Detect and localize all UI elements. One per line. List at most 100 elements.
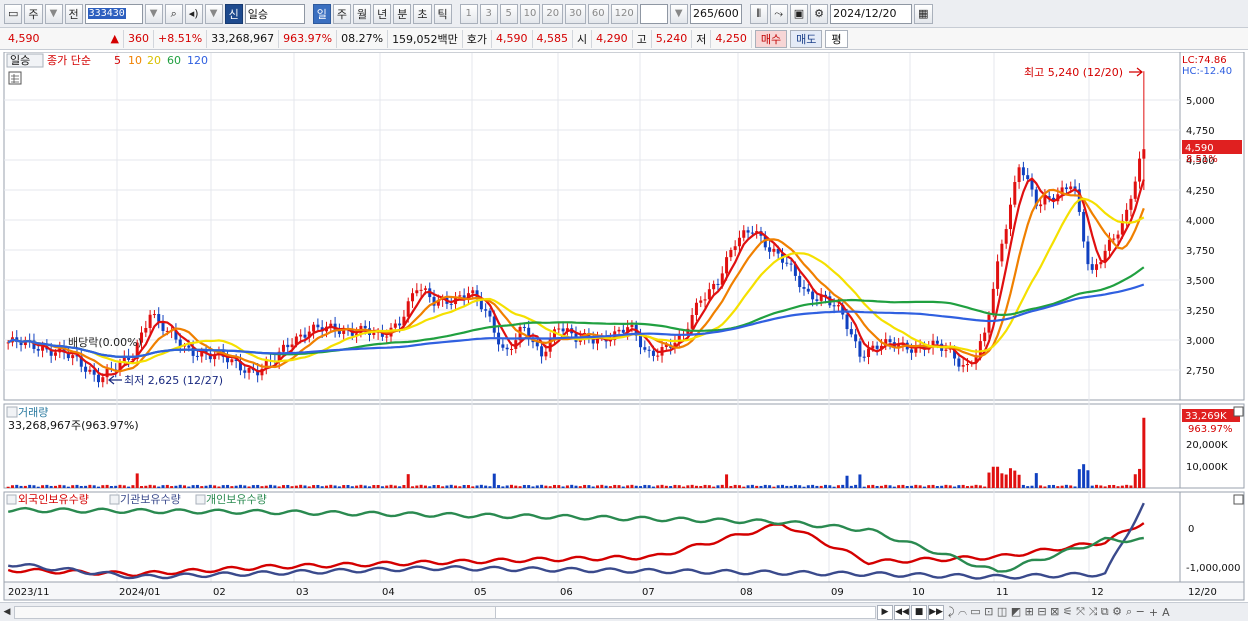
volume-bar — [449, 484, 453, 488]
holdings-panel-toggle[interactable] — [6, 494, 17, 505]
holdings-legend-foreign[interactable]: 외국인보유수량 — [18, 493, 89, 506]
volume-panel-close-icon[interactable] — [1233, 406, 1244, 417]
scroll-thumb[interactable] — [495, 606, 875, 618]
period-tab-day[interactable]: 일 — [312, 3, 331, 24]
drawing-tools-icon[interactable]: ⤸ ⌒ ▭ ⊡ ◫ ◩ ⊞ ⊟ ⊠ ⚟ ⤧ ⤨ ⧉ ⚙ — [948, 605, 1122, 619]
market-select[interactable]: 주 — [24, 3, 43, 24]
scroll-left-arrow-icon[interactable]: ◀ — [0, 605, 14, 620]
buy-button[interactable]: 매수 — [754, 29, 788, 48]
volume-bar — [892, 486, 896, 488]
search-icon[interactable]: ⌕ — [164, 3, 183, 24]
date-input[interactable]: 2024/12/20 — [830, 3, 913, 24]
candle-type-icon[interactable]: ⫴ — [749, 3, 768, 24]
interval-button-60[interactable]: 60 — [587, 3, 609, 24]
interval-dropdown-icon[interactable]: ▼ — [669, 3, 688, 24]
prev-button[interactable]: 전 — [64, 3, 83, 24]
price-tick-label: 4,000 — [1186, 216, 1215, 227]
code-dropdown-icon[interactable]: ▼ — [144, 3, 163, 24]
candle-body — [522, 326, 526, 328]
period-tab-second[interactable]: 초 — [413, 3, 432, 24]
volume-bar — [122, 485, 126, 488]
volume-bar — [694, 485, 698, 488]
holdings-panel-close-icon[interactable] — [1233, 494, 1244, 505]
sell-button[interactable]: 매도 — [790, 29, 823, 48]
interval-button-3[interactable]: 3 — [479, 3, 498, 24]
stock-name-field[interactable]: 일승 — [244, 3, 305, 24]
interval-custom-input[interactable] — [639, 3, 668, 24]
x-axis-right-label: 12/20 — [1188, 587, 1217, 598]
candle-body — [965, 363, 969, 366]
volume-bar — [41, 485, 45, 488]
candle-body — [785, 262, 789, 264]
save-icon[interactable]: ▣ — [789, 3, 809, 24]
market-dropdown-icon[interactable]: ▼ — [44, 3, 63, 24]
stop-icon[interactable]: ■ — [911, 604, 927, 620]
scroll-right-arrow-icon[interactable]: ▶ — [877, 604, 893, 620]
period-tab-week[interactable]: 주 — [332, 3, 352, 24]
volume-title[interactable]: 거래량 — [18, 406, 48, 419]
period-tab-tick[interactable]: 틱 — [433, 3, 452, 24]
candle-body — [703, 299, 707, 301]
interval-button-120[interactable]: 120 — [610, 3, 638, 24]
data-count-input[interactable]: 265/600 — [689, 3, 742, 24]
interval-button-30[interactable]: 30 — [565, 3, 586, 24]
candle-body — [1064, 187, 1068, 190]
interval-button-10[interactable]: 10 — [519, 3, 541, 24]
candle-body — [789, 263, 793, 265]
quote-volume: 33,268,967 — [207, 29, 280, 48]
candle-body — [875, 345, 879, 349]
candle-body — [230, 359, 234, 363]
volume-bar — [737, 485, 741, 488]
text-tool-icon[interactable]: A — [1162, 606, 1170, 619]
price-tick-label: 3,750 — [1186, 246, 1215, 257]
indicator-icon[interactable]: ⤳ — [769, 3, 788, 24]
ma-legend-20[interactable]: 20 — [147, 54, 161, 67]
candle-body — [802, 287, 806, 289]
stock-code-input[interactable]: 333430 — [84, 3, 143, 24]
stock-chart[interactable]: 일승 종가 단순 5 10 20 60 120 LC:74.86 HC:-12.… — [0, 52, 1248, 602]
period-tab-year[interactable]: 년 — [373, 3, 392, 24]
scroll-track[interactable] — [14, 605, 876, 619]
holdings-legend-institution[interactable]: 기관보유수량 — [120, 493, 181, 506]
volume-panel-toggle[interactable] — [6, 406, 18, 418]
volume-bar — [953, 486, 957, 488]
period-tab-minute[interactable]: 분 — [393, 3, 412, 24]
volume-bar — [269, 484, 273, 488]
candle-body — [737, 237, 741, 247]
interval-button-1[interactable]: 1 — [459, 3, 478, 24]
ma-legend-label[interactable]: 종가 단순 — [47, 54, 91, 67]
volume-bar — [1112, 484, 1116, 488]
holdings-legend-toggle-institution[interactable] — [109, 494, 120, 505]
zoom-out-icon[interactable]: ⌕ − — [1126, 605, 1145, 619]
ma-legend-60[interactable]: 60 — [167, 54, 181, 67]
volume-bar — [522, 484, 526, 488]
period-tab-month[interactable]: 월 — [353, 3, 372, 24]
quote-turnover: 08.27% — [337, 29, 389, 48]
gear-icon[interactable]: ⚙ — [810, 3, 829, 24]
interval-button-20[interactable]: 20 — [542, 3, 564, 24]
chart-scrollbar[interactable]: ◀ ▶ ◀◀ ■ ▶▶ ⤸ ⌒ ▭ ⊡ ◫ ◩ ⊞ ⊟ ⊠ ⚟ ⤧ ⤨ ⧉ ⚙ … — [0, 602, 1248, 621]
speaker-icon[interactable]: ◂) — [184, 3, 203, 24]
fast-forward-icon[interactable]: ▶▶ — [928, 604, 944, 620]
chart-area[interactable]: 일승 종가 단순 5 10 20 60 120 LC:74.86 HC:-12.… — [0, 52, 1248, 602]
ma-legend-5[interactable]: 5 — [114, 54, 121, 67]
speaker-dropdown-icon[interactable]: ▼ — [204, 3, 223, 24]
price-tick-label: 3,000 — [1186, 336, 1215, 347]
interval-button-5[interactable]: 5 — [499, 3, 518, 24]
average-button[interactable]: 평 — [825, 29, 848, 48]
candle-body — [243, 370, 247, 373]
ma-legend-120[interactable]: 120 — [187, 54, 208, 67]
volume-bar — [884, 484, 888, 488]
volume-bar — [608, 486, 612, 488]
candle-body — [1021, 167, 1025, 176]
volume-bar — [105, 484, 109, 488]
zoom-in-icon[interactable]: + — [1149, 606, 1158, 619]
rewind-icon[interactable]: ◀◀ — [894, 604, 910, 620]
volume-bar — [965, 486, 969, 488]
ma-legend-10[interactable]: 10 — [128, 54, 142, 67]
calendar-icon[interactable]: ▦ — [914, 3, 933, 24]
candle-body — [299, 334, 303, 337]
layout-icon[interactable]: ▭ — [4, 3, 23, 24]
holdings-legend-individual[interactable]: 개인보유수량 — [206, 493, 267, 506]
holdings-legend-toggle-individual[interactable] — [195, 494, 206, 505]
